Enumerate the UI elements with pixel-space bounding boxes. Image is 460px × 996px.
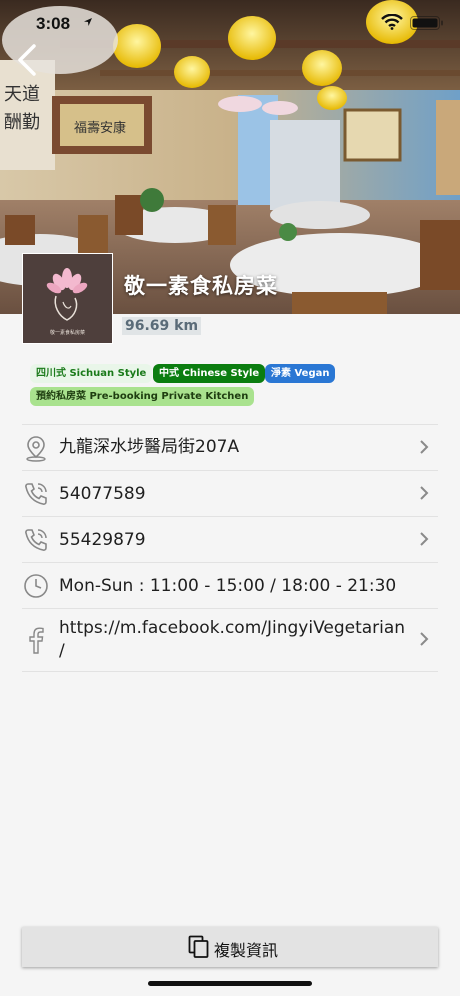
info-list: 九龍深水埗醫局街207A 54077589 55429879 Mon-Sun:…: [22, 424, 438, 672]
chevron-right-icon: [420, 486, 429, 500]
chevron-right-icon: [420, 532, 429, 546]
chevron-right-icon: [420, 632, 429, 646]
svg-text:天道: 天道: [4, 84, 40, 105]
location-pin-icon: [26, 436, 46, 462]
phone-text-2: 55429879: [59, 530, 146, 550]
copy-icon: [188, 935, 209, 958]
tag-chinese: 中式 Chinese Style: [153, 364, 266, 383]
tag-sichuan: 四川式 Sichuan Style: [30, 364, 153, 383]
phone-row-1[interactable]: 54077589: [22, 470, 438, 516]
wifi-icon: [381, 14, 403, 30]
svg-text:福壽安康: 福壽安康: [74, 120, 126, 136]
tag-prebooking: 預約私房菜 Pre-booking Private Kitchen: [30, 387, 255, 406]
home-indicator: [148, 981, 312, 986]
status-bar: 3:08: [0, 0, 460, 44]
facebook-icon: [29, 627, 44, 654]
restaurant-name: 敬一素食私房菜: [124, 274, 278, 298]
clock-icon: [24, 574, 48, 598]
hours-text: Mon-Sun : 11:00 - 15:00 / 18:00 - 21:30: [59, 576, 397, 596]
address-text: 九龍深水埗醫局街207A: [59, 437, 240, 457]
phone-icon: [25, 483, 47, 505]
location-arrow-icon: [84, 18, 92, 26]
logo-text: 敬一素食私房菜: [50, 329, 85, 336]
hours-row: Mon-Sun : 11:00 - 15:00 / 18:00 - 21:30: [22, 562, 438, 608]
facebook-row[interactable]: https://m.facebook.com/JingyiVegetarian …: [22, 608, 438, 672]
address-row[interactable]: 九龍深水埗醫局街207A: [22, 424, 438, 470]
copy-info-button[interactable]: 複製資訊: [22, 927, 438, 967]
chevron-right-icon: [420, 440, 429, 454]
status-time: 3:08: [36, 14, 71, 33]
phone-text-1: 54077589: [59, 484, 146, 504]
distance-label: 96.69 km: [122, 317, 202, 335]
facebook-url-line1: https://m.facebook.com/JingyiVegetarian: [59, 618, 406, 638]
back-button[interactable]: [10, 40, 46, 80]
battery-icon: [410, 16, 443, 30]
phone-icon: [25, 529, 47, 551]
facebook-url-line2: /: [59, 641, 65, 661]
tag-vegan: 淨素 Vegan: [265, 364, 336, 383]
svg-text:酬勤: 酬勤: [4, 112, 40, 133]
phone-row-2[interactable]: 55429879: [22, 516, 438, 562]
restaurant-logo: 敬一素食私房菜: [22, 253, 113, 344]
copy-button-label: 複製資訊: [214, 941, 279, 960]
